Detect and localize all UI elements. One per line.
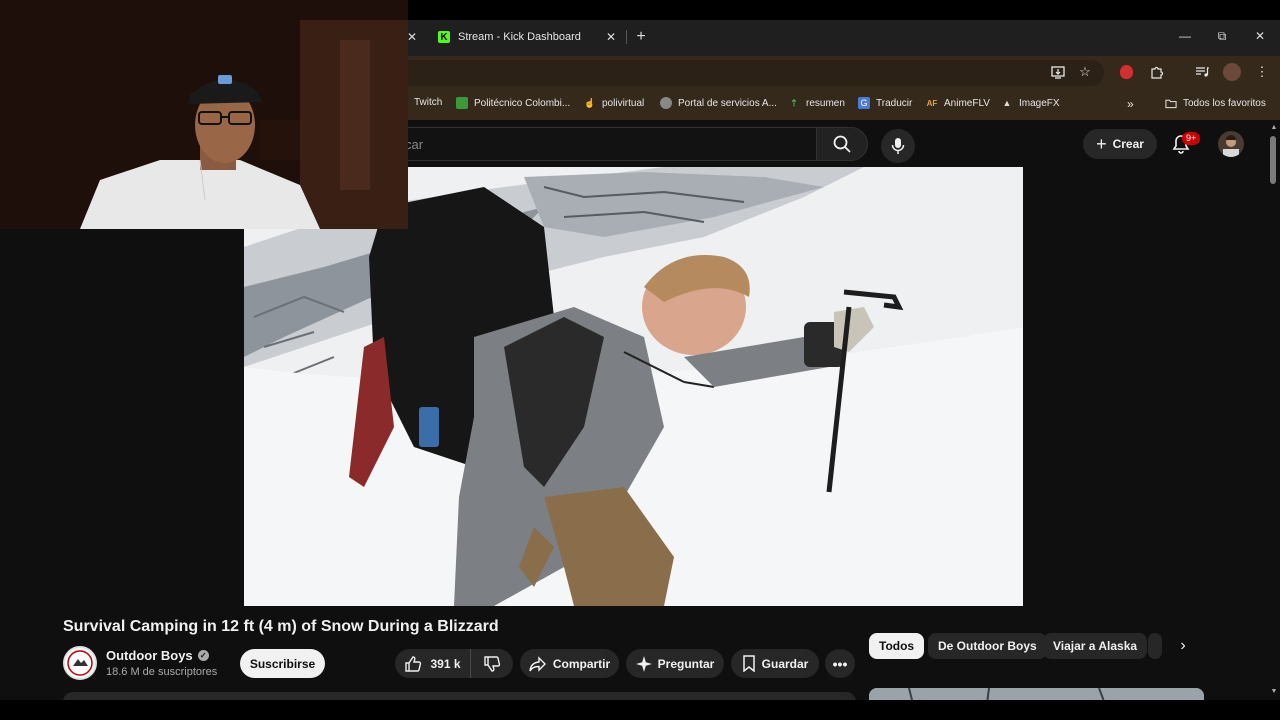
install-app-icon[interactable] xyxy=(1049,63,1067,81)
chip-de-outdoor-boys[interactable]: De Outdoor Boys xyxy=(928,633,1047,659)
search-icon xyxy=(833,135,851,153)
screen-bottom-edge xyxy=(0,700,1280,720)
subscribe-button[interactable]: Suscribirse xyxy=(240,649,325,678)
bookmark-label: Politécnico Colombi... xyxy=(474,97,571,109)
share-button[interactable]: Compartir xyxy=(520,649,619,678)
more-horizontal-icon: ••• xyxy=(832,655,848,672)
bookmark-label: Traducir xyxy=(876,97,913,109)
save-label: Guardar xyxy=(761,656,809,671)
tab-kick-dashboard[interactable]: K Stream - Kick Dashboard ✕ xyxy=(428,22,624,52)
browser-menu-icon[interactable]: ⋮ xyxy=(1253,63,1271,81)
search-button[interactable] xyxy=(816,127,868,161)
bookmark-twitch[interactable]: Twitch xyxy=(414,97,442,108)
extension-red-icon[interactable] xyxy=(1120,65,1133,79)
scroll-down-arrow-icon[interactable]: ▼ xyxy=(1268,688,1280,696)
verified-check-icon: ✓ xyxy=(197,650,209,661)
bookmark-portal[interactable]: Portal de servicios A... xyxy=(660,97,777,109)
page-scrollbar[interactable] xyxy=(1268,120,1280,700)
bookmark-resumen[interactable]: ⇡ resumen xyxy=(788,97,845,109)
video-player[interactable] xyxy=(244,167,1023,606)
bookmark-save-icon xyxy=(742,655,755,672)
create-button[interactable]: + Crear xyxy=(1083,129,1157,159)
chip-todos[interactable]: Todos xyxy=(869,633,925,659)
bookmark-label: Portal de servicios A... xyxy=(678,97,777,109)
new-tab-button[interactable]: + xyxy=(632,26,650,48)
extensions-puzzle-icon[interactable] xyxy=(1148,63,1166,81)
channel-name-link[interactable]: Outdoor Boys ✓ xyxy=(106,648,209,663)
account-avatar[interactable] xyxy=(1218,131,1244,157)
channel-name: Outdoor Boys xyxy=(106,648,193,663)
outdoor-boys-logo-icon xyxy=(67,650,93,676)
bookmark-traducir[interactable]: G Traducir xyxy=(858,97,912,109)
scroll-up-arrow-icon[interactable]: ▲ xyxy=(1268,124,1280,132)
voice-search-button[interactable] xyxy=(881,129,915,163)
bookmark-animeflv[interactable]: AF AnimeFLV xyxy=(926,97,990,109)
thumbs-down-icon xyxy=(484,655,501,672)
minimize-icon[interactable]: — xyxy=(1176,26,1194,46)
chips-next-chevron-icon[interactable]: › xyxy=(1170,633,1196,659)
ask-button[interactable]: Preguntar xyxy=(626,649,724,678)
politecnico-icon xyxy=(456,97,468,109)
restore-icon[interactable]: ⧉ xyxy=(1213,26,1231,46)
bookmark-politecnico[interactable]: Politécnico Colombi... xyxy=(456,97,570,109)
video-frame-image xyxy=(244,167,1023,606)
like-dislike-group: 391 k xyxy=(395,649,513,678)
globe-icon xyxy=(660,97,672,109)
chip-viajar-a-alaska[interactable]: Viajar a Alaska xyxy=(1043,633,1148,659)
webcam-overlay xyxy=(0,0,408,229)
microphone-icon xyxy=(891,138,905,154)
like-button[interactable]: 391 k xyxy=(395,649,471,678)
bookmark-label: polivirtual xyxy=(602,97,645,109)
thumbs-up-icon xyxy=(405,655,422,672)
bookmark-imagefx[interactable]: ▲ ImageFX xyxy=(1001,97,1060,109)
channel-avatar[interactable] xyxy=(63,646,97,680)
scrollbar-thumb[interactable] xyxy=(1270,136,1276,184)
webcam-image xyxy=(0,0,408,229)
subscriber-count: 18.6 M de suscriptores xyxy=(106,666,218,678)
create-label: Crear xyxy=(1112,137,1144,151)
bookmark-label: Twitch xyxy=(414,97,443,108)
profile-avatar[interactable] xyxy=(1223,63,1241,81)
bookmarks-overflow-button[interactable]: » xyxy=(1127,97,1134,111)
share-arrow-icon xyxy=(529,655,546,672)
all-bookmarks-label: Todos los favoritos xyxy=(1183,97,1266,109)
tab-separator xyxy=(626,30,627,44)
tab-title: Stream - Kick Dashboard xyxy=(458,31,581,43)
dislike-button[interactable] xyxy=(471,649,513,678)
bookmark-star-icon[interactable]: ☆ xyxy=(1076,63,1094,81)
share-label: Compartir xyxy=(552,656,611,671)
media-controls-icon[interactable] xyxy=(1193,63,1211,81)
translate-icon: G xyxy=(858,97,870,109)
all-bookmarks-folder[interactable]: Todos los favoritos xyxy=(1165,97,1266,109)
sparkle-icon xyxy=(635,655,652,672)
video-title: Survival Camping in 12 ft (4 m) of Snow … xyxy=(63,618,499,635)
resumen-icon: ⇡ xyxy=(790,97,798,108)
window-close-icon[interactable]: ✕ xyxy=(1251,26,1269,46)
folder-icon xyxy=(1165,97,1177,109)
ask-label: Preguntar xyxy=(657,656,715,671)
bookmark-label: AnimeFLV xyxy=(944,97,990,109)
save-button[interactable]: Guardar xyxy=(731,649,819,678)
omnibox[interactable] xyxy=(404,60,1104,86)
tab-close-icon[interactable]: ✕ xyxy=(606,30,616,44)
chip-partial[interactable] xyxy=(1148,633,1162,659)
kick-icon: K xyxy=(438,31,450,43)
search-input[interactable]: car xyxy=(404,127,816,161)
more-actions-button[interactable]: ••• xyxy=(825,649,855,678)
notification-badge: 9+ xyxy=(1182,132,1201,145)
polivirtual-icon: ☝ xyxy=(584,97,596,108)
like-count: 391 k xyxy=(430,656,461,671)
bookmark-label: ImageFX xyxy=(1019,97,1060,109)
bookmark-polivirtual[interactable]: ☝ polivirtual xyxy=(584,97,644,109)
imagefx-icon: ▲ xyxy=(1002,98,1012,108)
bookmark-label: resumen xyxy=(806,97,845,109)
animeflv-icon: AF xyxy=(926,98,938,108)
plus-icon: + xyxy=(1096,133,1107,154)
